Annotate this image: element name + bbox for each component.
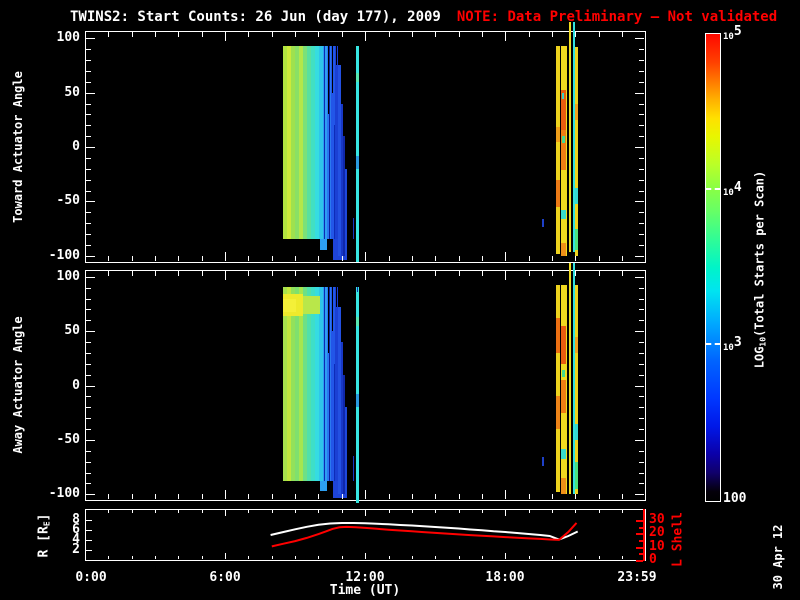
orbit-curves — [270, 522, 579, 548]
plot-page: TWINS2: Start Counts: 26 Jun (day 177), … — [0, 0, 800, 600]
